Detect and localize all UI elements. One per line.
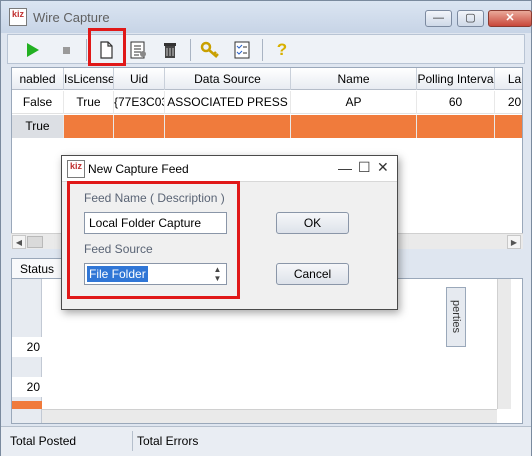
main-window: kiz Wire Capture — ▢ ✕ ? nabled IsLicens… xyxy=(0,0,532,456)
minimize-button[interactable]: — xyxy=(425,10,452,27)
total-posted-label: Total Posted xyxy=(10,434,77,448)
help-icon[interactable]: ? xyxy=(270,38,294,62)
column-header[interactable]: IsLicense xyxy=(64,68,114,90)
table-cell xyxy=(165,115,291,138)
table-cell: {77E3C03 xyxy=(114,91,165,114)
column-header[interactable]: Uid xyxy=(114,68,165,90)
maximize-icon[interactable]: ☐ xyxy=(358,159,371,176)
stop-icon[interactable] xyxy=(54,38,78,62)
table-cell: 60 xyxy=(417,91,495,114)
annotation-highlight-fields xyxy=(67,181,240,299)
tab-status[interactable]: Status xyxy=(11,258,64,280)
grid-header: nabled IsLicense Uid Data Source Name Po… xyxy=(12,68,522,90)
table-cell xyxy=(114,115,165,138)
ok-button[interactable]: OK xyxy=(276,212,349,234)
vertical-scrollbar[interactable] xyxy=(497,279,511,409)
app-icon: kiz xyxy=(9,8,27,26)
toolbar-separator xyxy=(190,39,191,61)
table-cell: 20 xyxy=(495,91,522,114)
minimize-icon[interactable]: — xyxy=(338,160,352,176)
scroll-right-icon[interactable]: ▶ xyxy=(507,235,521,249)
maximize-button[interactable]: ▢ xyxy=(457,10,484,27)
key-icon[interactable] xyxy=(198,38,222,62)
table-cell xyxy=(495,115,522,138)
table-cell: True xyxy=(64,91,114,114)
column-header[interactable]: Data Source xyxy=(165,68,291,90)
list-item[interactable]: 20 xyxy=(12,337,42,357)
dialog-title-bar[interactable]: kiz New Capture Feed — ☐ ✕ xyxy=(62,156,397,182)
column-header[interactable]: Name xyxy=(291,68,417,90)
table-row[interactable]: False True {77E3C03 ASSOCIATED PRESS AP … xyxy=(12,91,522,114)
status-bar: Total Posted Total Errors xyxy=(1,426,531,456)
list-item[interactable]: 20 xyxy=(12,377,42,397)
column-header[interactable]: nabled xyxy=(12,68,64,90)
table-cell xyxy=(417,115,495,138)
horizontal-scrollbar[interactable] xyxy=(42,409,497,423)
table-cell: False xyxy=(12,91,64,114)
table-cell: ASSOCIATED PRESS xyxy=(165,91,291,114)
table-cell xyxy=(64,115,114,138)
toolbar-separator xyxy=(262,39,263,61)
toolbar-separator xyxy=(86,39,87,61)
table-cell: True xyxy=(12,115,64,138)
highlight-marker xyxy=(12,401,42,409)
title-bar[interactable]: kiz Wire Capture — ▢ ✕ xyxy=(1,1,532,33)
table-cell: AP xyxy=(291,91,417,114)
checklist-icon[interactable] xyxy=(230,38,254,62)
total-errors-label: Total Errors xyxy=(137,434,199,448)
column-header[interactable]: La xyxy=(495,68,522,90)
scroll-thumb[interactable] xyxy=(27,236,43,248)
table-cell xyxy=(291,115,417,138)
close-button[interactable]: ✕ xyxy=(488,10,532,27)
tab-properties[interactable]: perties xyxy=(446,287,466,347)
scroll-left-icon[interactable]: ◀ xyxy=(12,235,26,249)
annotation-highlight-new-button xyxy=(88,28,126,66)
window-title: Wire Capture xyxy=(33,10,110,25)
toolbar: ? xyxy=(7,34,525,64)
new-capture-feed-dialog: kiz New Capture Feed — ☐ ✕ Feed Name ( D… xyxy=(61,155,398,310)
cancel-button[interactable]: Cancel xyxy=(276,263,349,285)
close-icon[interactable]: ✕ xyxy=(377,159,389,176)
trash-icon[interactable] xyxy=(158,38,182,62)
table-row-selected[interactable]: True xyxy=(12,115,522,138)
dialog-title: New Capture Feed xyxy=(88,162,189,176)
play-icon[interactable] xyxy=(20,38,44,62)
dialog-app-icon: kiz xyxy=(67,160,85,178)
column-header[interactable]: Polling Interva xyxy=(417,68,495,90)
properties-icon[interactable] xyxy=(126,38,150,62)
status-divider xyxy=(132,431,133,451)
